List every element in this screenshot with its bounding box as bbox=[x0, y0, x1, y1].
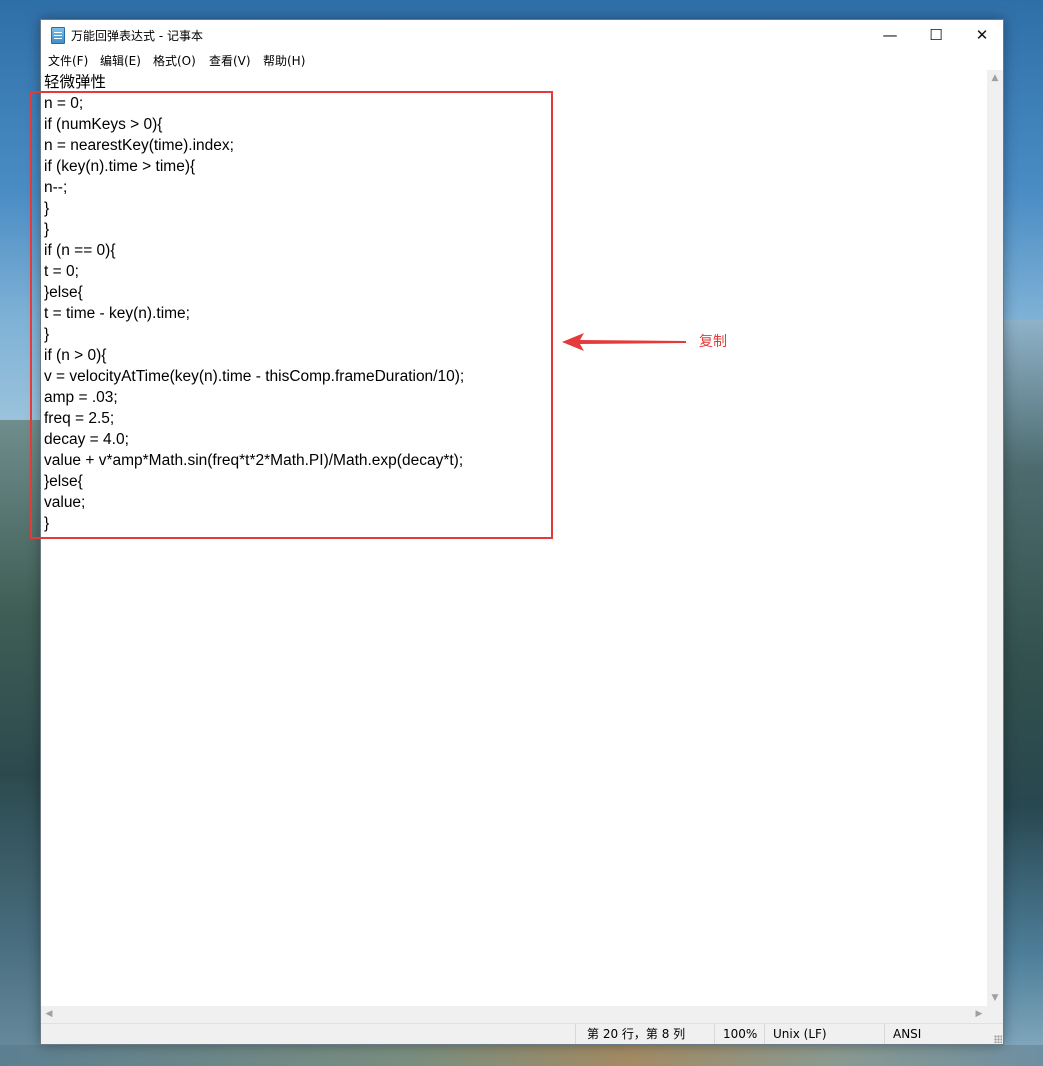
scroll-left-icon[interactable]: ◀ bbox=[41, 1006, 57, 1023]
vertical-scrollbar[interactable]: ▲ ▼ bbox=[987, 70, 1003, 1006]
menu-edit[interactable]: 编辑(E) bbox=[100, 52, 141, 69]
status-line-ending: Unix (LF) bbox=[764, 1024, 883, 1044]
resize-grip-icon[interactable] bbox=[994, 1035, 1002, 1043]
menu-bar: 文件(F) 编辑(E) 格式(O) 查看(V) 帮助(H) bbox=[41, 50, 1003, 70]
desktop-wallpaper-right bbox=[1004, 320, 1043, 1066]
menu-view[interactable]: 查看(V) bbox=[209, 52, 251, 69]
close-button[interactable]: ✕ bbox=[959, 20, 1005, 50]
scrollbar-corner bbox=[987, 1006, 1003, 1023]
status-cursor-position: 第 20 行，第 8 列 bbox=[575, 1024, 717, 1044]
copy-annotation: 复制 bbox=[699, 334, 727, 350]
menu-file[interactable]: 文件(F) bbox=[48, 52, 88, 69]
desktop-wallpaper-bottom bbox=[0, 1045, 1043, 1066]
notepad-icon bbox=[51, 27, 65, 44]
title-bar[interactable]: 万能回弹表达式 - 记事本 — ☐ ✕ bbox=[41, 20, 1003, 50]
scroll-up-icon[interactable]: ▲ bbox=[987, 70, 1003, 86]
left-arrow-icon bbox=[562, 333, 686, 351]
status-bar: 第 20 行，第 8 列 100% Unix (LF) ANSI bbox=[41, 1023, 1003, 1044]
scroll-right-icon[interactable]: ▶ bbox=[971, 1006, 987, 1023]
status-encoding: ANSI bbox=[884, 1024, 993, 1044]
scroll-down-icon[interactable]: ▼ bbox=[987, 990, 1003, 1006]
minimize-button[interactable]: — bbox=[867, 20, 913, 50]
window-title: 万能回弹表达式 - 记事本 bbox=[71, 29, 203, 43]
code-highlight-box bbox=[30, 91, 553, 539]
horizontal-scrollbar[interactable]: ◀ ▶ bbox=[41, 1006, 987, 1023]
menu-format[interactable]: 格式(O) bbox=[153, 52, 196, 69]
menu-help[interactable]: 帮助(H) bbox=[263, 52, 305, 69]
maximize-button[interactable]: ☐ bbox=[913, 20, 959, 50]
